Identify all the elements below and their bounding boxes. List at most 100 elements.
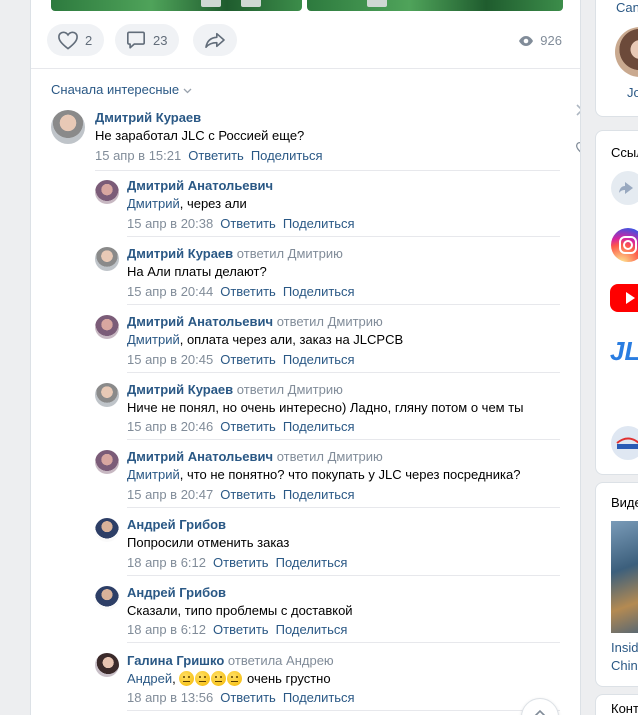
comment-author[interactable]: Дмитрий Кураев ответил Дмитрию <box>127 382 343 397</box>
replied-to-label: ответил Дмитрию <box>276 449 383 464</box>
comment-author[interactable]: Дмитрий Кураев ответил Дмитрию <box>127 246 343 261</box>
reply-divider <box>127 236 560 237</box>
video-thumbnail[interactable] <box>611 521 638 633</box>
sidebar-videos-card: Виде Insid China <box>595 482 638 687</box>
comment-date[interactable]: 15 апр в 20:46 <box>127 419 213 434</box>
close-icon[interactable] <box>575 103 581 117</box>
comments-divider <box>31 68 580 69</box>
reply-link[interactable]: Ответить <box>220 284 276 299</box>
share-link[interactable]: Поделиться <box>283 284 355 299</box>
avatar[interactable] <box>95 450 119 474</box>
sidebar-videos-title: Виде <box>611 495 638 510</box>
share-link[interactable]: Поделиться <box>283 216 355 231</box>
comment-date[interactable]: 18 апр в 6:12 <box>127 622 206 637</box>
avatar[interactable] <box>95 383 119 407</box>
reply-link[interactable]: Ответить <box>213 555 269 570</box>
reply-link[interactable]: Ответить <box>220 352 276 367</box>
reply-link[interactable]: Ответить <box>220 487 276 502</box>
avatar[interactable] <box>95 247 119 271</box>
avatar[interactable] <box>95 315 119 339</box>
comment-like-heart-icon[interactable] <box>575 141 581 155</box>
comment-date[interactable]: 18 апр в 13:56 <box>127 690 213 705</box>
avatar[interactable] <box>51 110 85 144</box>
share-button[interactable] <box>193 24 237 56</box>
avatar[interactable] <box>95 518 119 542</box>
comment-date[interactable]: 15 апр в 20:38 <box>127 216 213 231</box>
reply-link[interactable]: Ответить <box>220 419 276 434</box>
comment-author[interactable]: Дмитрий Анатольевич ответил Дмитрию <box>127 314 383 329</box>
share-link[interactable]: Поделиться <box>283 419 355 434</box>
heart-icon <box>58 31 78 50</box>
sidebar-contacts-title: Конт <box>611 701 638 715</box>
comment-text: Дмитрий, через али <box>127 196 247 211</box>
svg-text:JL: JL <box>610 336 638 366</box>
comment-date[interactable]: 15 апр в 20:45 <box>127 352 213 367</box>
post-photo-2[interactable] <box>307 0 563 11</box>
comment-author[interactable]: Андрей Грибов <box>127 517 226 532</box>
comment-text: Дмитрий, оплата через али, заказ на JLCP… <box>127 332 404 347</box>
share-link[interactable]: Поделиться <box>276 555 348 570</box>
comment-date[interactable]: 15 апр в 20:47 <box>127 487 213 502</box>
reply-divider <box>127 642 560 643</box>
thread-divider <box>95 170 560 171</box>
reply-link[interactable]: Ответить <box>220 690 276 705</box>
reply-link[interactable]: Ответить <box>220 216 276 231</box>
replied-to-label: ответил Дмитрию <box>236 246 343 261</box>
avatar[interactable] <box>95 653 119 677</box>
reply-divider <box>127 439 560 440</box>
comment-meta: 18 апр в 6:12 Ответить Поделиться <box>127 622 347 637</box>
reply-link[interactable]: Ответить <box>213 622 269 637</box>
comment-date[interactable]: 18 апр в 6:12 <box>127 555 206 570</box>
reply-divider <box>127 575 560 576</box>
video-caption-line-2[interactable]: China <box>611 658 638 673</box>
mention-link[interactable]: Дмитрий <box>127 332 180 347</box>
view-counter: 926 <box>518 33 562 48</box>
comment-icon <box>127 31 145 49</box>
comment-author[interactable]: Дмитрий Анатольевич <box>127 178 273 193</box>
comment-author[interactable]: Дмитрий Анатольевич ответил Дмитрию <box>127 449 383 464</box>
reply-divider <box>127 304 560 305</box>
comment-date[interactable]: 15 апр в 15:21 <box>95 148 181 163</box>
replied-to-label: ответила Андрею <box>227 653 334 668</box>
comment-author[interactable]: Андрей Грибов <box>127 585 226 600</box>
sidebar-top-link[interactable]: Can <box>616 0 638 15</box>
post-photos <box>51 0 563 11</box>
share-link[interactable]: Поделиться <box>283 690 355 705</box>
comment-meta: 18 апр в 13:56 Ответить Поделиться <box>127 690 355 705</box>
replied-to-label: ответил Дмитрию <box>236 382 343 397</box>
comment-author[interactable]: Галина Гришко ответила Андрею <box>127 653 334 668</box>
video-caption-line-1[interactable]: Insid <box>611 640 638 655</box>
comments-sort-dropdown[interactable]: Сначала интересные <box>51 82 192 97</box>
sidebar-friend-name[interactable]: Jo <box>627 85 638 100</box>
avatar[interactable] <box>95 180 119 204</box>
comment-text: Андрей, очень грустно <box>127 671 331 686</box>
avatar[interactable] <box>95 586 119 610</box>
post-photo-1[interactable] <box>51 0 302 11</box>
comment-author[interactable]: Дмитрий Кураев <box>95 110 201 125</box>
share-link[interactable]: Поделиться <box>251 148 323 163</box>
comment-date[interactable]: 15 апр в 20:44 <box>127 284 213 299</box>
comment-meta: 18 апр в 6:12 Ответить Поделиться <box>127 555 347 570</box>
forward-app-icon[interactable] <box>611 171 638 205</box>
mention-link[interactable]: Андрей <box>127 671 172 686</box>
sort-label: Сначала интересные <box>51 82 180 97</box>
sidebar-links-title: Ссыл <box>611 145 638 160</box>
comment-text: Не заработал JLC с Россией еще? <box>95 128 305 143</box>
like-button[interactable]: 2 <box>47 24 105 56</box>
scroll-up-button[interactable] <box>521 698 559 715</box>
mention-link[interactable]: Дмитрий <box>127 467 180 482</box>
reply-divider <box>127 372 560 373</box>
youtube-icon[interactable] <box>610 284 638 312</box>
sidebar-avatar[interactable] <box>615 27 638 77</box>
share-link[interactable]: Поделиться <box>276 622 348 637</box>
share-arrow-icon <box>205 32 225 49</box>
jlc-logo-icon[interactable]: JL <box>610 336 638 366</box>
reply-link[interactable]: Ответить <box>188 148 244 163</box>
comment-text: Попросили отменить заказ <box>127 535 290 550</box>
instagram-icon[interactable] <box>611 228 638 262</box>
share-link[interactable]: Поделиться <box>283 487 355 502</box>
mention-link[interactable]: Дмитрий <box>127 196 180 211</box>
comment-button[interactable]: 23 <box>115 24 180 56</box>
share-link[interactable]: Поделиться <box>283 352 355 367</box>
jlcpcb-avatar-icon[interactable] <box>611 426 638 460</box>
